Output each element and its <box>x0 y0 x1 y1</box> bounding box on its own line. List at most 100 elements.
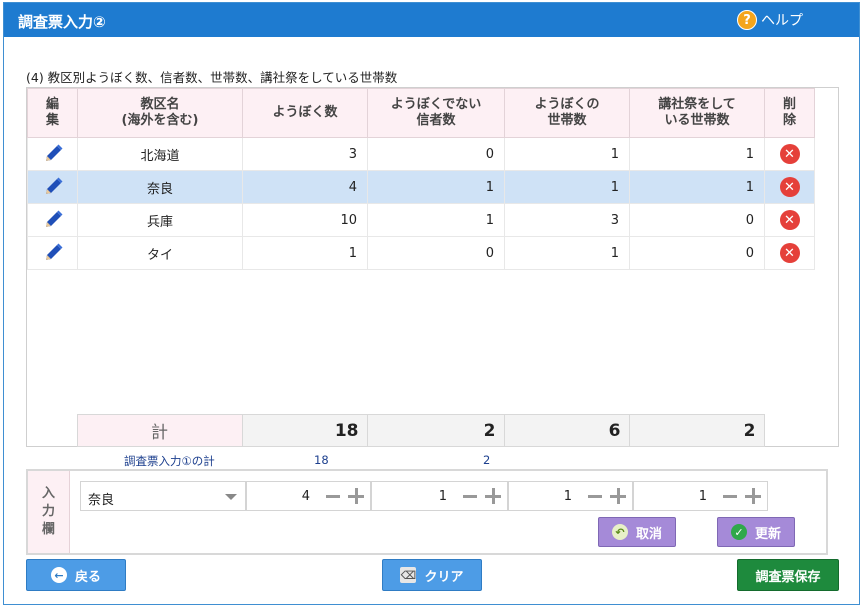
total-label: 計 <box>76 414 243 447</box>
chevron-down-icon[interactable] <box>225 494 237 500</box>
district-table: 編 集 教区名 (海外を含む) ようぼく数 ようぼくでない 信者数 ようぼくの … <box>27 88 815 270</box>
input-area: 入 力 欄 奈良 4 1 1 1 ↶ 取消 ✓ 更新 <box>26 469 828 555</box>
subtotal-label: 調査票入力①の計 <box>124 454 215 468</box>
delete-icon[interactable]: ✕ <box>779 144 800 164</box>
header-district: 教区名 (海外を含む) <box>77 88 243 138</box>
cell-kosha: 0 <box>629 236 765 270</box>
cell-yobok: 1 <box>242 236 368 270</box>
cell-district: 奈良 <box>77 170 243 204</box>
undo-icon: ↶ <box>611 524 628 540</box>
yobok-stepper[interactable]: 4 <box>246 481 371 511</box>
arrow-left-icon: ← <box>50 567 67 583</box>
header-believers: ようぼくでない 信者数 <box>367 88 505 138</box>
delete-icon[interactable]: ✕ <box>779 210 800 230</box>
table-row[interactable]: 北海道 3 0 1 1 ✕ <box>27 137 815 171</box>
cell-district: タイ <box>77 236 243 270</box>
title-bar: 調査票入力② ? ヘルプ <box>4 3 859 37</box>
total-households: 6 <box>503 414 630 447</box>
clear-button[interactable]: ⌫ クリア <box>382 559 482 591</box>
cell-district: 兵庫 <box>77 203 243 237</box>
total-kosha: 2 <box>628 414 765 447</box>
minus-icon[interactable] <box>588 495 602 498</box>
delete-icon[interactable]: ✕ <box>779 177 800 197</box>
header-yobok: ようぼく数 <box>242 88 368 138</box>
back-button[interactable]: ← 戻る <box>26 559 126 591</box>
minus-icon[interactable] <box>723 495 737 498</box>
subtotal-believers: 2 <box>483 453 491 467</box>
delete-cell[interactable]: ✕ <box>764 203 815 237</box>
cell-households: 1 <box>504 236 630 270</box>
edit-cell[interactable] <box>27 203 78 237</box>
clear-label: クリア <box>424 569 464 585</box>
delete-cell[interactable]: ✕ <box>764 170 815 204</box>
help-icon: ? <box>737 10 757 30</box>
total-yobok: 18 <box>241 414 368 447</box>
cell-district: 北海道 <box>77 137 243 171</box>
total-believers: 2 <box>366 414 505 447</box>
plus-icon[interactable] <box>745 488 761 504</box>
edit-cell[interactable] <box>27 170 78 204</box>
cell-believers: 1 <box>367 203 505 237</box>
believers-stepper[interactable]: 1 <box>371 481 508 511</box>
table-header-row: 編 集 教区名 (海外を含む) ようぼく数 ようぼくでない 信者数 ようぼくの … <box>27 88 815 138</box>
input-area-label: 入 力 欄 <box>28 471 70 553</box>
plus-icon[interactable] <box>348 488 364 504</box>
table-row[interactable]: 兵庫 10 1 3 0 ✕ <box>27 203 815 237</box>
survey-window: 調査票入力② ? ヘルプ (4) 教区別ようぼく数、信者数、世帯数、講社祭をして… <box>3 2 860 605</box>
delete-icon[interactable]: ✕ <box>779 243 800 263</box>
cell-yobok: 4 <box>242 170 368 204</box>
households-input[interactable]: 1 <box>564 489 572 504</box>
delete-cell[interactable]: ✕ <box>764 236 815 270</box>
cell-households: 3 <box>504 203 630 237</box>
district-grid: 編 集 教区名 (海外を含む) ようぼく数 ようぼくでない 信者数 ようぼくの … <box>26 87 839 447</box>
minus-icon[interactable] <box>463 495 477 498</box>
cell-kosha: 0 <box>629 203 765 237</box>
district-select-value: 奈良 <box>88 493 115 508</box>
cancel-button[interactable]: ↶ 取消 <box>598 517 676 547</box>
plus-icon[interactable] <box>610 488 626 504</box>
cell-believers: 0 <box>367 137 505 171</box>
cell-yobok: 3 <box>242 137 368 171</box>
plus-icon[interactable] <box>485 488 501 504</box>
pencil-icon[interactable] <box>42 209 64 231</box>
eraser-icon: ⌫ <box>400 567 417 583</box>
cell-believers: 0 <box>367 236 505 270</box>
cell-yobok: 10 <box>242 203 368 237</box>
edit-cell[interactable] <box>27 137 78 171</box>
cell-believers: 1 <box>367 170 505 204</box>
window-title: 調査票入力② <box>18 13 106 31</box>
save-button[interactable]: 調査票保存 <box>737 559 839 591</box>
section-title: (4) 教区別ようぼく数、信者数、世帯数、講社祭をしている世帯数 <box>26 70 398 85</box>
header-delete: 削 除 <box>764 88 815 138</box>
cell-households: 1 <box>504 170 630 204</box>
cell-kosha: 1 <box>629 137 765 171</box>
district-select[interactable]: 奈良 <box>80 481 246 511</box>
cell-households: 1 <box>504 137 630 171</box>
households-stepper[interactable]: 1 <box>508 481 633 511</box>
cancel-label: 取消 <box>635 526 662 542</box>
update-label: 更新 <box>754 526 781 542</box>
pencil-icon[interactable] <box>42 176 64 198</box>
kosha-input[interactable]: 1 <box>699 489 707 504</box>
update-button[interactable]: ✓ 更新 <box>717 517 795 547</box>
header-kosha: 講社祭をして いる世帯数 <box>629 88 765 138</box>
total-spacer <box>27 415 77 447</box>
total-row: 計 18 2 6 2 <box>27 414 814 447</box>
pencil-icon[interactable] <box>42 242 64 264</box>
help-label: ヘルプ <box>761 13 803 29</box>
believers-input[interactable]: 1 <box>439 489 447 504</box>
delete-cell[interactable]: ✕ <box>764 137 815 171</box>
cell-kosha: 1 <box>629 170 765 204</box>
table-row[interactable]: タイ 1 0 1 0 ✕ <box>27 236 815 270</box>
header-edit: 編 集 <box>27 88 78 138</box>
kosha-stepper[interactable]: 1 <box>633 481 768 511</box>
table-row[interactable]: 奈良 4 1 1 1 ✕ <box>27 170 815 204</box>
minus-icon[interactable] <box>326 495 340 498</box>
check-icon: ✓ <box>730 524 747 540</box>
edit-cell[interactable] <box>27 236 78 270</box>
header-households: ようぼくの 世帯数 <box>504 88 630 138</box>
yobok-input[interactable]: 4 <box>302 489 310 504</box>
total-spacer <box>764 415 814 447</box>
help-link[interactable]: ? ヘルプ <box>737 10 803 30</box>
pencil-icon[interactable] <box>42 143 64 165</box>
